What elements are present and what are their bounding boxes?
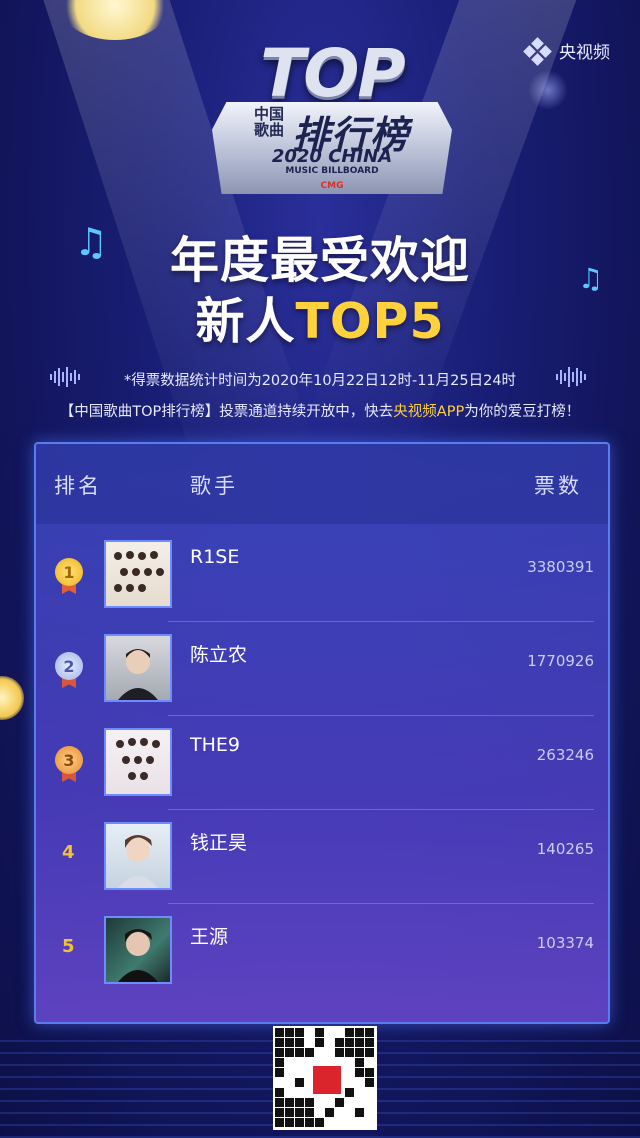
title-prefix: 新人 xyxy=(195,293,296,350)
qr-module xyxy=(275,1098,284,1107)
qr-module xyxy=(305,1118,314,1127)
qr-module xyxy=(365,1028,374,1037)
qr-module xyxy=(305,1048,314,1057)
singer-name: R1SE xyxy=(190,546,240,568)
qr-module xyxy=(345,1038,354,1047)
title-highlight: TOP5 xyxy=(295,293,445,350)
vote-count: 103374 xyxy=(536,934,594,952)
qr-module xyxy=(335,1038,344,1047)
vote-channel-note: 【中国歌曲TOP排行榜】投票通道持续开放中，快去央视频APP为你的爱豆打榜！ xyxy=(0,400,640,421)
logo-cmg: CMG xyxy=(320,181,344,191)
vote-count: 263246 xyxy=(536,746,594,764)
qr-module xyxy=(275,1048,284,1057)
vote-note-text: 为你的爱豆打榜！ xyxy=(464,404,581,420)
brand-logo: 央视频 xyxy=(523,36,610,66)
qr-module xyxy=(295,1108,304,1117)
qr-module xyxy=(285,1038,294,1047)
avatar[interactable] xyxy=(104,728,172,796)
ranking-row[interactable]: 4 钱正昊 140265 xyxy=(36,810,608,904)
singer-name: THE9 xyxy=(190,734,240,756)
ranking-row[interactable]: 5 王源 103374 xyxy=(36,904,608,998)
qr-module xyxy=(275,1038,284,1047)
vote-period-note: *得票数据统计时间为2020年10月22日12时-11月25日24时 xyxy=(123,373,517,389)
qr-module xyxy=(365,1068,374,1077)
board-header: 排名 歌手 票数 xyxy=(36,444,608,524)
header-singer: 歌手 xyxy=(190,474,238,498)
qr-module xyxy=(285,1118,294,1127)
qr-module xyxy=(345,1088,354,1097)
qr-module xyxy=(315,1038,324,1047)
header-rank: 排名 xyxy=(54,474,102,498)
qr-module xyxy=(335,1048,344,1057)
vote-count: 140265 xyxy=(536,840,594,858)
singer-name: 王源 xyxy=(190,926,229,948)
singer-name: 钱正昊 xyxy=(190,832,248,854)
qr-module xyxy=(295,1078,304,1087)
qr-module xyxy=(295,1038,304,1047)
qr-module xyxy=(285,1028,294,1037)
qr-module xyxy=(355,1068,364,1077)
qr-module xyxy=(335,1098,344,1107)
ranking-row[interactable]: 3 THE9 263246 xyxy=(36,716,608,810)
avatar[interactable] xyxy=(104,916,172,984)
qr-module xyxy=(295,1098,304,1107)
brand-name: 央视频 xyxy=(559,43,610,63)
qr-code[interactable] xyxy=(273,1026,377,1130)
avatar[interactable] xyxy=(104,822,172,890)
qr-module xyxy=(295,1118,304,1127)
qr-module xyxy=(275,1068,284,1077)
qr-module xyxy=(345,1028,354,1037)
vote-count: 1770926 xyxy=(527,652,594,670)
qr-center-logo-icon xyxy=(311,1064,343,1096)
logo-top-text: TOP xyxy=(260,35,406,112)
qr-module xyxy=(315,1028,324,1037)
page-title-line2: 新人TOP5 xyxy=(0,282,640,353)
qr-module xyxy=(305,1108,314,1117)
light-orb-left xyxy=(0,676,24,720)
logo-subtitle: MUSIC BILLBOARD xyxy=(285,166,379,176)
qr-module xyxy=(345,1048,354,1057)
gold-medal-icon: 1 xyxy=(54,558,84,596)
ranking-board: 排名 歌手 票数 1 R1SE 3380391 2 陈立农 1770926 3 xyxy=(34,442,610,1024)
qr-module xyxy=(355,1108,364,1117)
qr-module xyxy=(355,1028,364,1037)
cctv-video-logo-icon xyxy=(523,36,552,66)
qr-module xyxy=(275,1028,284,1037)
billboard-logo: TOP 中国歌曲 排行榜 2020 CHINA MUSIC BILLBOARD … xyxy=(212,40,452,200)
qr-module xyxy=(295,1048,304,1057)
qr-module xyxy=(285,1108,294,1117)
rank-number: 5 xyxy=(62,936,75,957)
qr-module xyxy=(355,1038,364,1047)
qr-module xyxy=(285,1048,294,1057)
qr-module xyxy=(275,1118,284,1127)
vote-count: 3380391 xyxy=(527,558,594,576)
qr-module xyxy=(275,1058,284,1067)
qr-module xyxy=(295,1028,304,1037)
ranking-row[interactable]: 2 陈立农 1770926 xyxy=(36,622,608,716)
avatar[interactable] xyxy=(104,634,172,702)
qr-module xyxy=(285,1098,294,1107)
app-highlight: 央视频APP xyxy=(393,404,465,420)
qr-module xyxy=(275,1108,284,1117)
qr-module xyxy=(365,1048,374,1057)
singer-name: 陈立农 xyxy=(190,644,248,666)
ranking-row[interactable]: 1 R1SE 3380391 xyxy=(36,528,608,622)
qr-module xyxy=(355,1048,364,1057)
logo-year: 2020 CHINA xyxy=(271,146,393,167)
avatar[interactable] xyxy=(104,540,172,608)
vote-note-text: 【中国歌曲TOP排行榜】投票通道持续开放中，快去 xyxy=(59,404,394,420)
qr-module xyxy=(365,1038,374,1047)
qr-module xyxy=(325,1108,334,1117)
rank-number: 4 xyxy=(62,842,75,863)
qr-module xyxy=(365,1078,374,1087)
bronze-medal-icon: 3 xyxy=(54,746,84,784)
logo-cn-small: 中国歌曲 xyxy=(254,105,285,139)
qr-module xyxy=(355,1058,364,1067)
qr-module xyxy=(315,1118,324,1127)
silver-medal-icon: 2 xyxy=(54,652,84,690)
qr-module xyxy=(275,1088,284,1097)
qr-module xyxy=(305,1098,314,1107)
header-votes: 票数 xyxy=(534,474,582,498)
